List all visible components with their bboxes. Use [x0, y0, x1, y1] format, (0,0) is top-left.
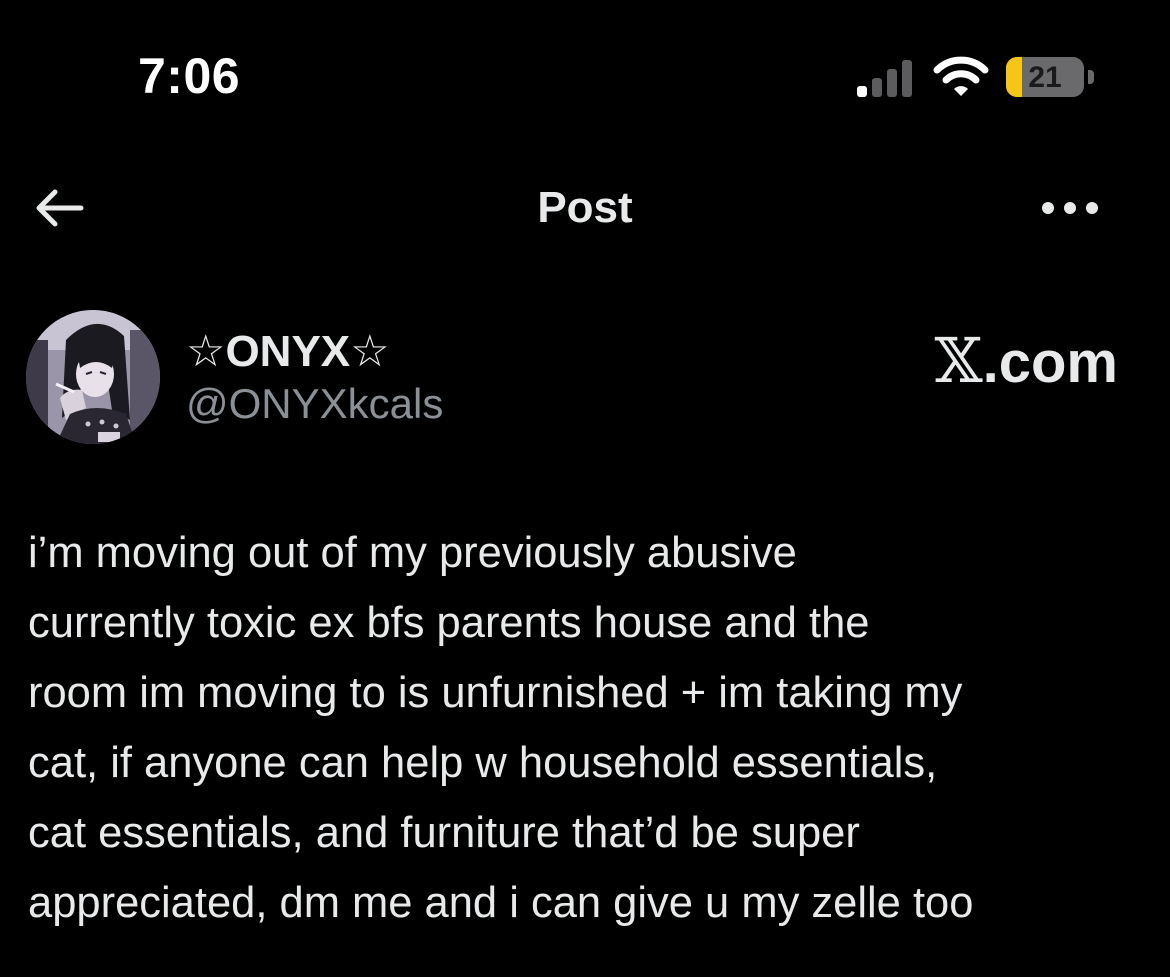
battery-body: 21 — [1006, 57, 1084, 97]
x-com-watermark: 𝕏.com — [935, 328, 1118, 396]
x-logo-icon: 𝕏 — [934, 324, 983, 397]
post-text-line: i’m moving out of my previously abusive — [28, 529, 797, 577]
battery-level: 21 — [1028, 61, 1062, 94]
post-text-line: cat essentials, and furniture that’d be … — [28, 809, 860, 857]
battery-cap — [1088, 70, 1094, 84]
post-text-line: currently toxic ex bfs parents house and… — [28, 599, 870, 647]
ellipsis-icon — [1042, 202, 1098, 214]
cellular-signal-icon — [857, 60, 912, 97]
status-time: 7:06 — [138, 48, 241, 104]
watermark-suffix: .com — [982, 330, 1118, 395]
post-text-line: cat, if anyone can help w household esse… — [28, 739, 938, 787]
post-text: i’m moving out of my previously abusive … — [28, 518, 1148, 938]
more-options-button[interactable] — [1020, 180, 1120, 236]
post-text-line: room im moving to is unfurnished + im ta… — [28, 669, 963, 717]
page-title: Post — [537, 183, 633, 232]
battery-icon: 21 — [1006, 57, 1098, 99]
author-display-name[interactable]: ☆ONYX☆ — [186, 326, 390, 378]
avatar-illustration — [26, 310, 160, 444]
wifi-icon — [933, 56, 989, 96]
avatar[interactable] — [26, 310, 160, 444]
author-row: ☆ONYX☆ @ONYXkcals 𝕏.com — [0, 300, 1170, 460]
status-bar: 7:06 21 — [0, 0, 1170, 150]
post-header: Post — [0, 160, 1170, 256]
author-handle[interactable]: @ONYXkcals — [186, 378, 443, 430]
post-text-line: appreciated, dm me and i can give u my z… — [28, 879, 974, 927]
